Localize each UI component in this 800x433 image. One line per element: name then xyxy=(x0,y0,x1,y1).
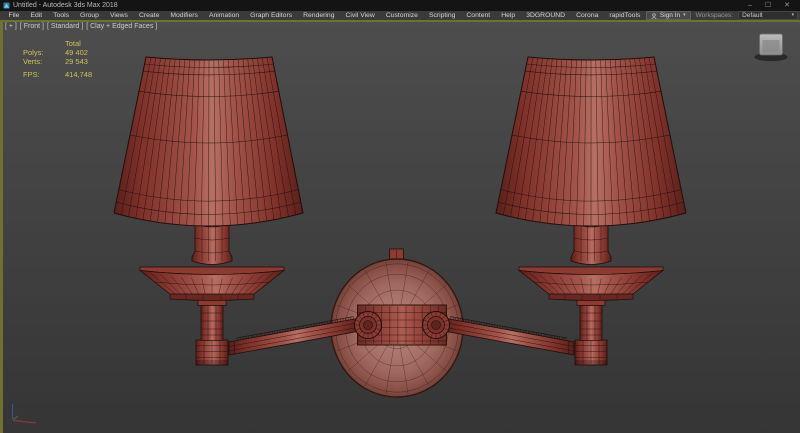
menu-item-views[interactable]: Views xyxy=(104,11,133,20)
menu-item-animation[interactable]: Animation xyxy=(203,11,244,20)
sconce-model[interactable] xyxy=(114,57,686,397)
viewport[interactable]: [ + ] [ Front ] [ Standard ] [ Clay + Ed… xyxy=(0,20,800,433)
lampshade-right[interactable] xyxy=(496,57,686,226)
menu-item-edit[interactable]: Edit xyxy=(25,11,48,20)
stats-verts-value: 29 543 xyxy=(65,58,88,67)
viewport-canvas[interactable] xyxy=(3,22,800,433)
menu-item-file[interactable]: File xyxy=(3,11,25,20)
bobeche-left[interactable] xyxy=(140,267,284,301)
stats-fps-label: FPS: xyxy=(23,71,65,80)
sign-in-label: Sign In xyxy=(660,11,680,20)
stats-verts-row: Verts: 29 543 xyxy=(23,58,92,67)
elbow-right[interactable] xyxy=(575,340,607,365)
sign-in-button[interactable]: Sign In ▾ xyxy=(646,11,691,20)
viewport-menu-pov[interactable]: [ Front ] xyxy=(20,23,44,31)
minimize-button[interactable]: – xyxy=(748,0,752,11)
candle-stem-right[interactable] xyxy=(571,224,611,265)
stats-fps-value: 414,748 xyxy=(65,71,92,80)
arm-socket-right[interactable] xyxy=(423,312,450,339)
chevron-down-icon: ▾ xyxy=(683,11,686,20)
menu-item-group[interactable]: Group xyxy=(75,11,105,20)
title-bar: Untitled - Autodesk 3ds Max 2018 – ☐ ✕ xyxy=(0,0,800,11)
maximize-button[interactable]: ☐ xyxy=(765,0,771,11)
window-title: Untitled - Autodesk 3ds Max 2018 xyxy=(13,0,118,11)
candle-stem-left[interactable] xyxy=(192,224,232,265)
menu-item-help[interactable]: Help xyxy=(496,11,521,20)
viewport-statistics: Total Polys: 49 402 Verts: 29 543 FPS: 4… xyxy=(23,40,92,80)
post-left[interactable] xyxy=(198,300,226,341)
menu-item-content[interactable]: Content xyxy=(461,11,496,20)
workspace-value: Default xyxy=(742,11,763,20)
menu-item-corona[interactable]: Corona xyxy=(571,11,604,20)
axis-tripod xyxy=(13,404,37,423)
stats-fps-row: FPS: 414,748 xyxy=(23,71,92,80)
menu-item-3dground[interactable]: 3DGROUND xyxy=(521,11,571,20)
window-controls: – ☐ ✕ xyxy=(748,0,797,11)
post-right[interactable] xyxy=(577,300,605,341)
menu-item-modifiers[interactable]: Modifiers xyxy=(165,11,204,20)
viewport-menu-renderer[interactable]: [ Standard ] xyxy=(47,23,83,31)
menubar-right: Sign In ▾ Workspaces: Default ▾ xyxy=(646,11,800,20)
chevron-down-icon: ▾ xyxy=(792,11,795,20)
menu-items: FileEditToolsGroupViewsCreateModifiersAn… xyxy=(3,11,646,20)
viewport-label: [ + ] [ Front ] [ Standard ] [ Clay + Ed… xyxy=(5,23,157,31)
menu-item-create[interactable]: Create xyxy=(133,11,164,20)
lampshade-left[interactable] xyxy=(114,57,303,226)
app-icon xyxy=(3,2,10,9)
workspace-select[interactable]: Default ▾ xyxy=(738,11,798,20)
menu-item-civil-view[interactable]: Civil View xyxy=(340,11,380,20)
menu-item-graph-editors[interactable]: Graph Editors xyxy=(245,11,298,20)
close-button[interactable]: ✕ xyxy=(784,0,790,11)
workspaces-label: Workspaces: xyxy=(696,11,733,20)
viewport-menu-shading[interactable]: [ Clay + Edged Faces ] xyxy=(86,23,157,31)
menu-item-rendering[interactable]: Rendering xyxy=(298,11,340,20)
menu-item-scripting[interactable]: Scripting xyxy=(423,11,460,20)
bobeche-right[interactable] xyxy=(519,267,663,301)
menu-item-tools[interactable]: Tools xyxy=(48,11,75,20)
menu-item-customize[interactable]: Customize xyxy=(380,11,423,20)
user-icon xyxy=(651,13,657,19)
menu-item-rapidtools[interactable]: rapidTools xyxy=(604,11,646,20)
viewcube[interactable] xyxy=(755,34,788,61)
arm-socket-left[interactable] xyxy=(355,312,382,339)
arm-right[interactable] xyxy=(444,317,574,355)
menu-bar: FileEditToolsGroupViewsCreateModifiersAn… xyxy=(0,11,800,20)
viewport-menu-general[interactable]: [ + ] xyxy=(5,23,17,31)
stats-verts-label: Verts: xyxy=(23,58,65,67)
elbow-left[interactable] xyxy=(196,340,228,365)
